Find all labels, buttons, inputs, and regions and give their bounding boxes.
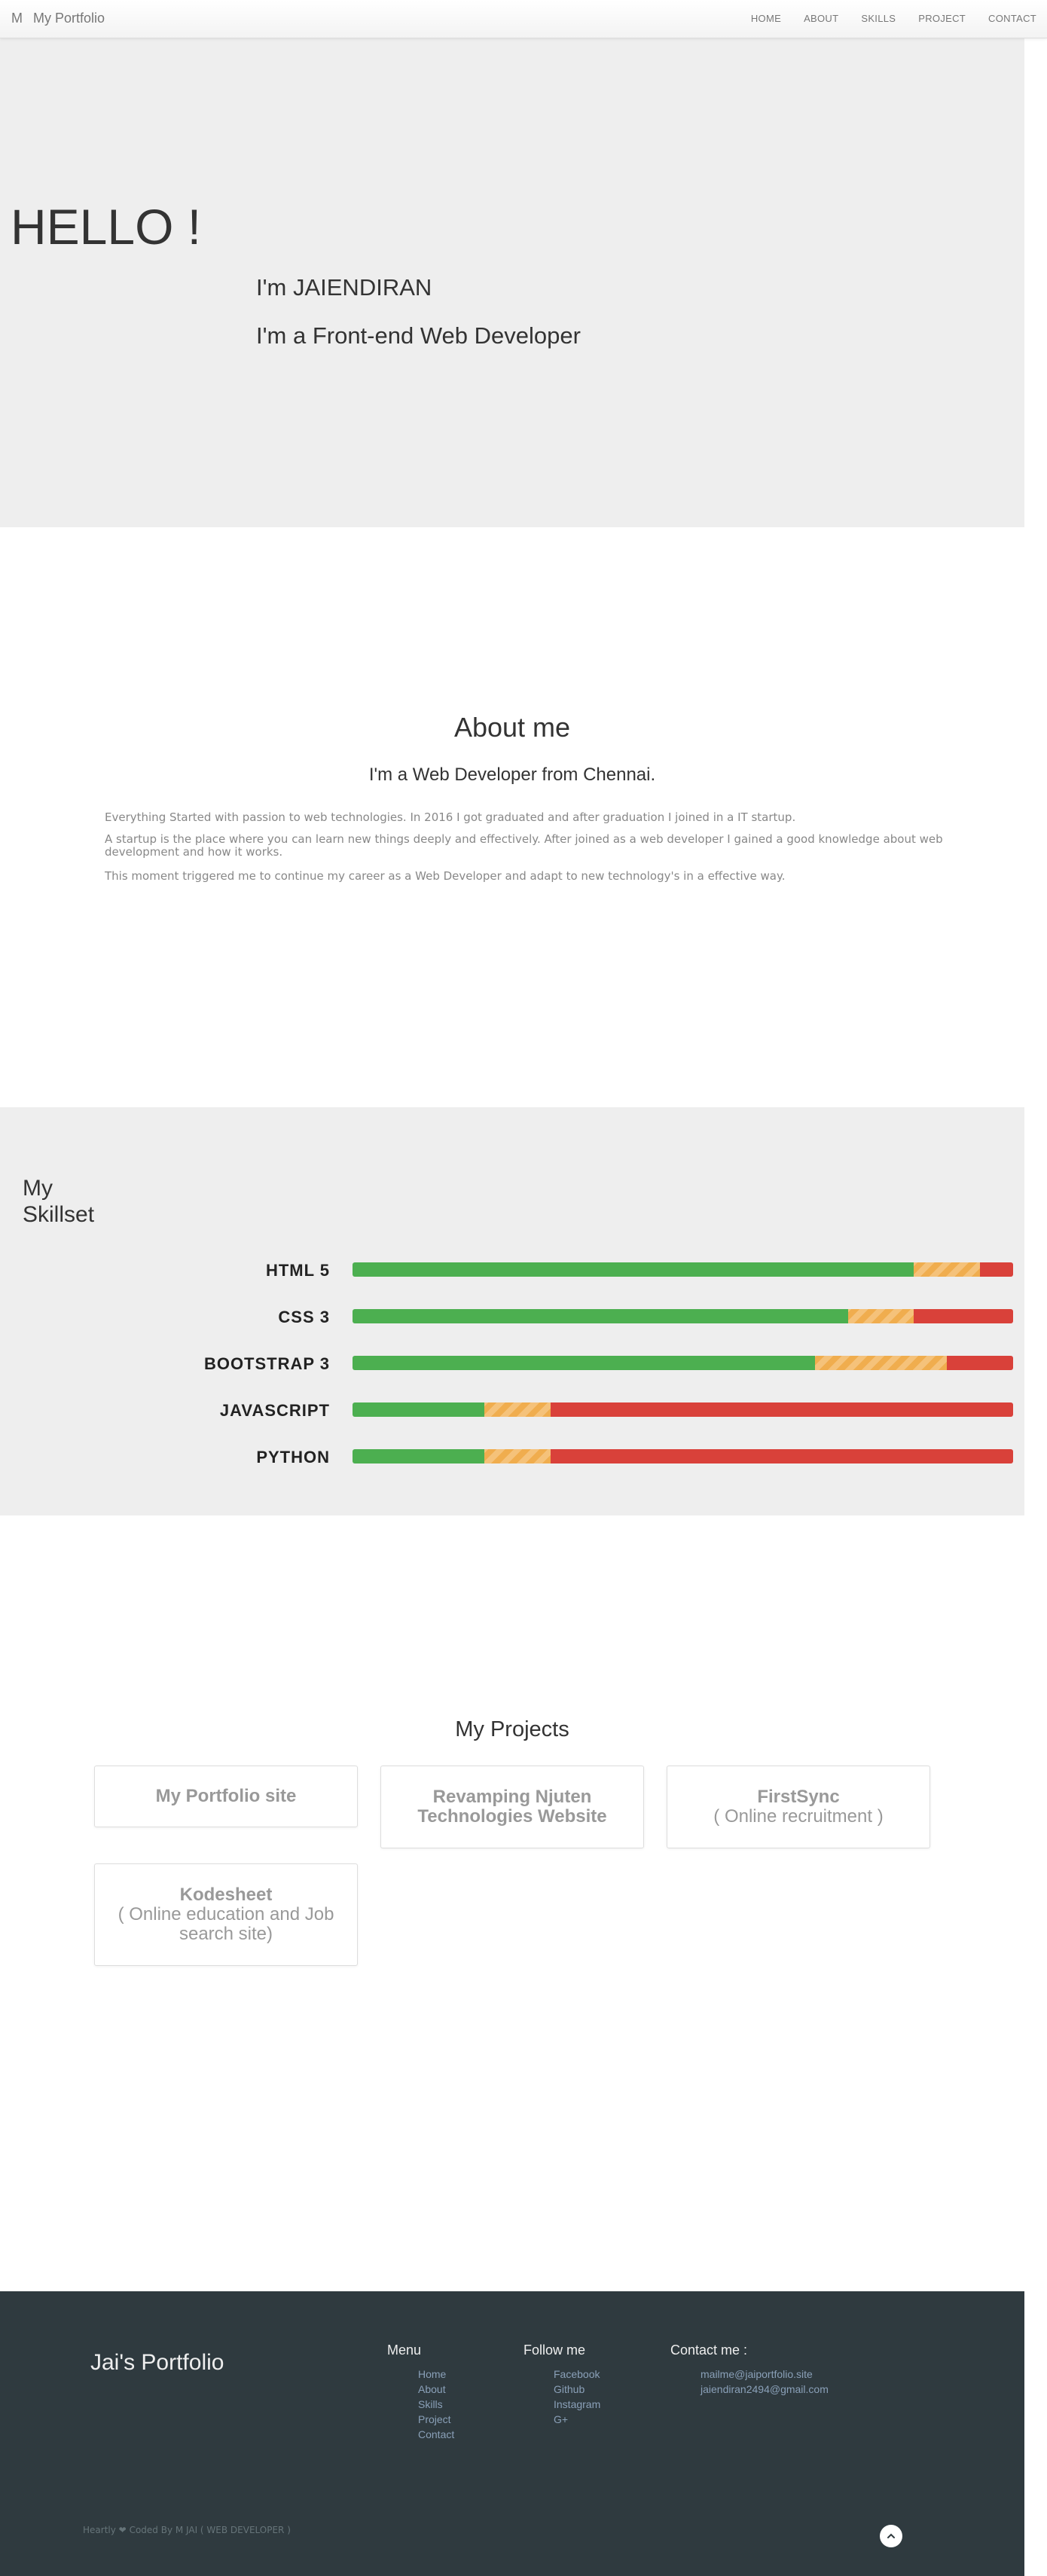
skill-row: HTML 5 <box>0 1256 1024 1286</box>
footer-link-github[interactable]: Github <box>554 2382 600 2397</box>
skill-bar-red <box>551 1449 1013 1463</box>
skill-row: CSS 3 <box>0 1303 1024 1333</box>
skill-row: PYTHON <box>0 1443 1024 1473</box>
project-card[interactable]: FirstSync ( Online recruitment ) <box>667 1766 930 1848</box>
chevron-up-icon <box>887 2533 895 2538</box>
footer-follow-title: Follow me <box>524 2343 586 2358</box>
footer-contact-list: mailme@jaiportfolio.site jaiendiran2494@… <box>701 2367 829 2397</box>
skill-label: BOOTSTRAP 3 <box>203 1354 330 1373</box>
footer-link-project[interactable]: Project <box>418 2412 454 2427</box>
skill-progress-bar <box>353 1356 1013 1370</box>
footer-email-1[interactable]: mailme@jaiportfolio.site <box>701 2367 829 2382</box>
skill-progress-bar <box>353 1262 1013 1277</box>
project-card[interactable]: My Portfolio site <box>94 1766 358 1827</box>
hero-role-line: I'm a Front-end Web Developer <box>256 322 581 349</box>
about-paragraph: A startup is the place where you can lea… <box>105 832 943 859</box>
skill-bar-orange <box>914 1262 981 1277</box>
skill-bar-orange <box>484 1402 551 1417</box>
about-title: About me <box>453 712 571 743</box>
skill-bar-green <box>353 1449 485 1463</box>
project-subtitle: ( Online recruitment ) <box>713 1806 884 1827</box>
nav-link-home[interactable]: HOME <box>740 13 792 24</box>
footer-brand: Jai's Portfolio <box>90 2350 224 2375</box>
project-card[interactable]: Kodesheet ( Online education and Job sea… <box>94 1863 358 1966</box>
skill-bar-red <box>980 1262 1013 1277</box>
skill-progress-bar <box>353 1309 1013 1323</box>
hero-greeting: HELLO ! <box>11 199 202 255</box>
footer-menu-list: Home About Skills Project Contact <box>418 2367 454 2442</box>
footer-link-home[interactable]: Home <box>418 2367 454 2382</box>
skill-label: CSS 3 <box>278 1308 330 1326</box>
nav-link-skills[interactable]: SKILLS <box>850 13 907 24</box>
brand-mark[interactable]: M <box>11 11 23 26</box>
skill-progress-bar <box>353 1402 1013 1417</box>
skill-bar-orange <box>847 1309 914 1323</box>
project-title: Revamping Njuten Technologies Website <box>417 1787 607 1827</box>
skill-row: BOOTSTRAP 3 <box>0 1350 1024 1380</box>
credit-suffix: Coded By M JAI ( WEB DEVELOPER ) <box>129 2525 291 2535</box>
skill-bar-green <box>353 1356 815 1370</box>
footer-contact-title: Contact me : <box>670 2343 748 2358</box>
footer-link-instagram[interactable]: Instagram <box>554 2397 600 2412</box>
footer-email-2[interactable]: jaiendiran2494@gmail.com <box>701 2382 829 2397</box>
skill-progress-bar <box>353 1449 1013 1463</box>
footer-follow-list: Facebook Github Instagram G+ <box>554 2367 600 2427</box>
nav-link-about[interactable]: ABOUT <box>792 13 850 24</box>
skill-bar-green <box>353 1262 914 1277</box>
about-paragraph: This moment triggered me to continue my … <box>105 869 786 883</box>
back-to-top-button[interactable] <box>880 2525 902 2547</box>
footer-menu-title: Menu <box>387 2343 422 2358</box>
footer-link-facebook[interactable]: Facebook <box>554 2367 600 2382</box>
skills-section: My Skillset HTML 5 CSS 3 BOOTSTRAP 3 JAV… <box>0 1107 1024 1515</box>
footer-link-contact[interactable]: Contact <box>418 2427 454 2442</box>
footer-link-about[interactable]: About <box>418 2382 454 2397</box>
nav-links: HOME ABOUT SKILLS PROJECT CONTACT <box>740 13 1036 24</box>
credit-prefix: Heartly <box>83 2525 116 2535</box>
hero-section: HELLO ! I'm JAIENDIRAN I'm a Front-end W… <box>0 38 1024 527</box>
projects-title: My Projects <box>455 1717 569 1741</box>
footer-link-gplus[interactable]: G+ <box>554 2412 600 2427</box>
hero-name-line: I'm JAIENDIRAN <box>256 274 432 301</box>
project-card[interactable]: Revamping Njuten Technologies Website <box>380 1766 644 1848</box>
nav-link-project[interactable]: PROJECT <box>907 13 977 24</box>
skill-label: JAVASCRIPT <box>219 1401 330 1420</box>
skill-bar-orange <box>814 1356 948 1370</box>
skill-row: JAVASCRIPT <box>0 1396 1024 1427</box>
heart-icon: ❤ <box>118 2525 127 2535</box>
about-paragraph: Everything Started with passion to web t… <box>105 810 796 824</box>
skill-label: HTML 5 <box>265 1261 330 1280</box>
footer-link-skills[interactable]: Skills <box>418 2397 454 2412</box>
skill-bar-orange <box>484 1449 551 1463</box>
project-title: FirstSync <box>757 1787 840 1807</box>
skill-bar-green <box>353 1402 485 1417</box>
project-subtitle: ( Online education and Job search site) <box>118 1904 334 1944</box>
scrollbar-track[interactable] <box>1024 0 1047 2576</box>
nav-link-contact[interactable]: CONTACT <box>977 13 1036 24</box>
skill-label: PYTHON <box>256 1448 330 1467</box>
about-subtitle: I'm a Web Developer from Chennai. <box>368 765 656 785</box>
skill-bar-red <box>914 1309 1013 1323</box>
skills-title: My Skillset <box>23 1176 95 1227</box>
skill-bar-green <box>353 1309 848 1323</box>
project-title: My Portfolio site <box>155 1786 297 1806</box>
skill-bar-red <box>551 1402 1013 1417</box>
brand-name[interactable]: My Portfolio <box>33 11 105 26</box>
navbar: M My Portfolio HOME ABOUT SKILLS PROJECT… <box>0 0 1047 38</box>
footer: Jai's Portfolio Menu Home About Skills P… <box>0 2291 1024 2576</box>
skill-bar-red <box>947 1356 1013 1370</box>
project-title: Kodesheet <box>179 1885 273 1905</box>
footer-credit: Heartly ❤ Coded By M JAI ( WEB DEVELOPER… <box>83 2525 291 2535</box>
